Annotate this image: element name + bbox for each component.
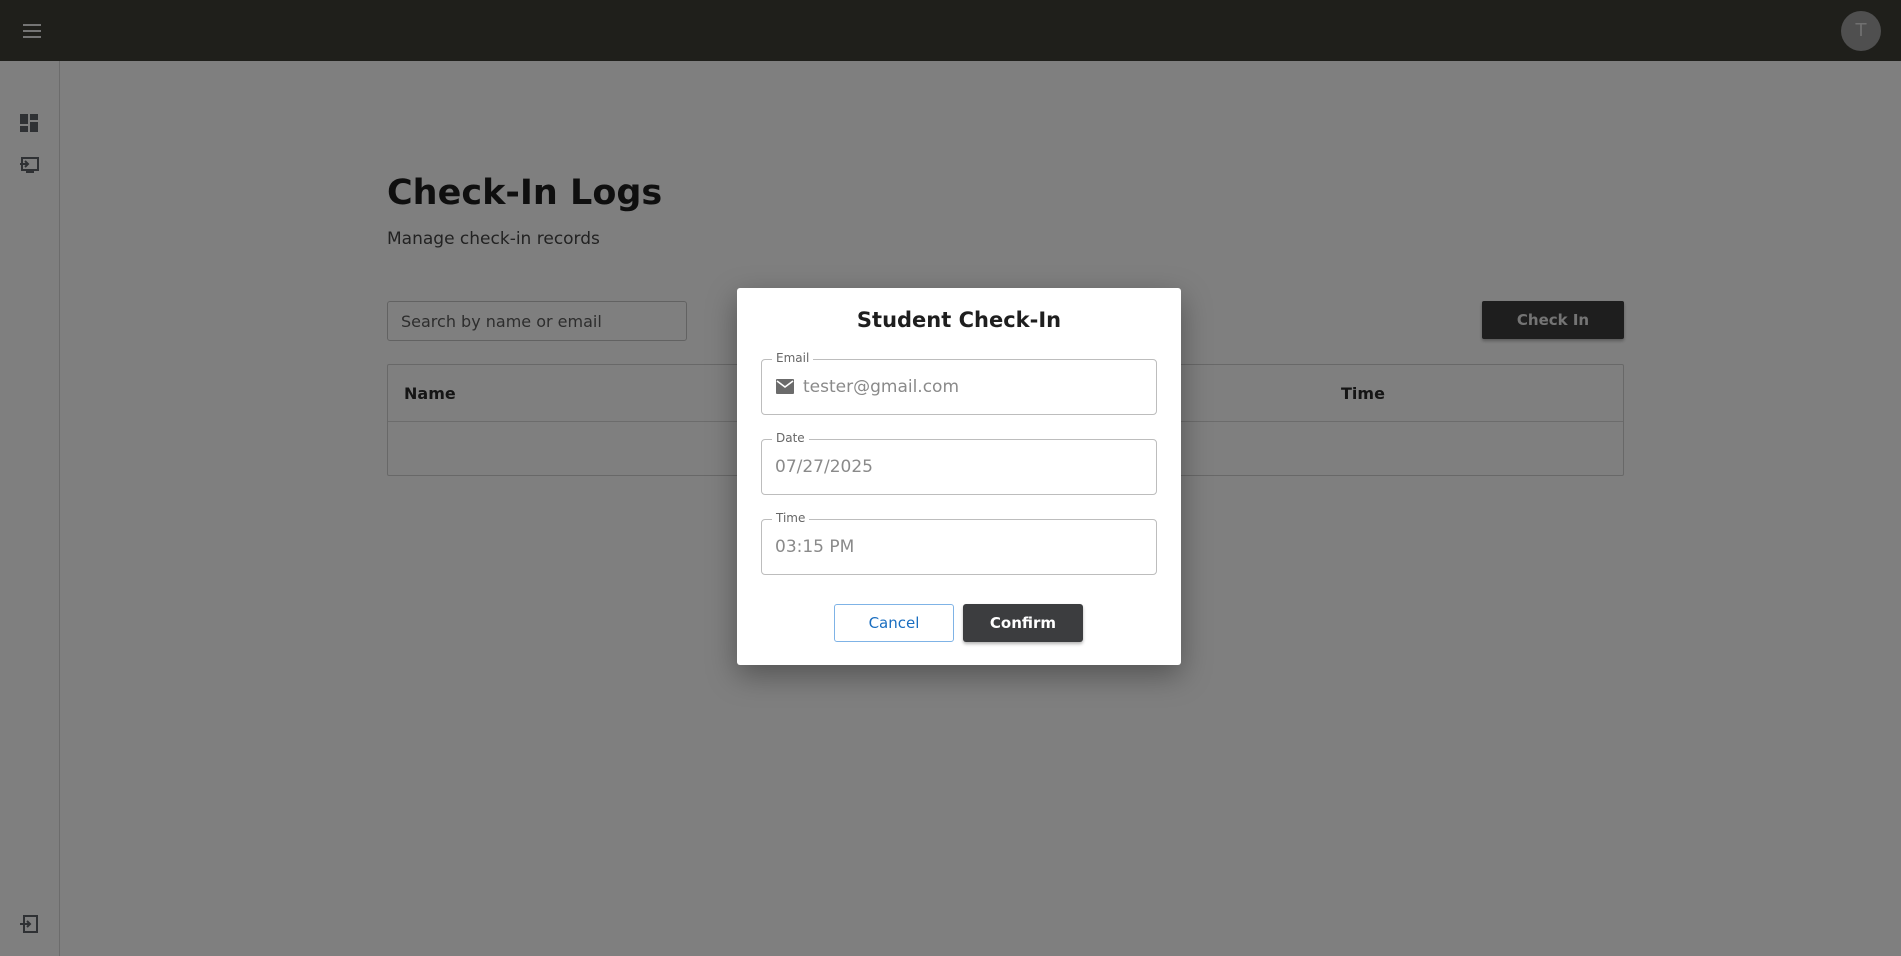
student-checkin-dialog: Student Check-In Email tester@gmail.com …: [737, 288, 1181, 665]
time-label: Time: [772, 511, 810, 525]
cancel-button[interactable]: Cancel: [834, 604, 954, 642]
dialog-title: Student Check-In: [856, 308, 1062, 332]
date-label: Date: [772, 431, 809, 445]
email-label: Email: [772, 351, 814, 365]
date-value: 07/27/2025: [775, 457, 873, 477]
time-value: 03:15 PM: [775, 537, 855, 557]
email-value: tester@gmail.com: [803, 377, 960, 397]
time-field[interactable]: Time 03:15 PM: [761, 511, 1157, 575]
email-field[interactable]: Email tester@gmail.com: [761, 351, 1157, 415]
confirm-button[interactable]: Confirm: [963, 604, 1083, 642]
mail-icon: [776, 379, 794, 398]
date-field[interactable]: Date 07/27/2025: [761, 431, 1157, 495]
